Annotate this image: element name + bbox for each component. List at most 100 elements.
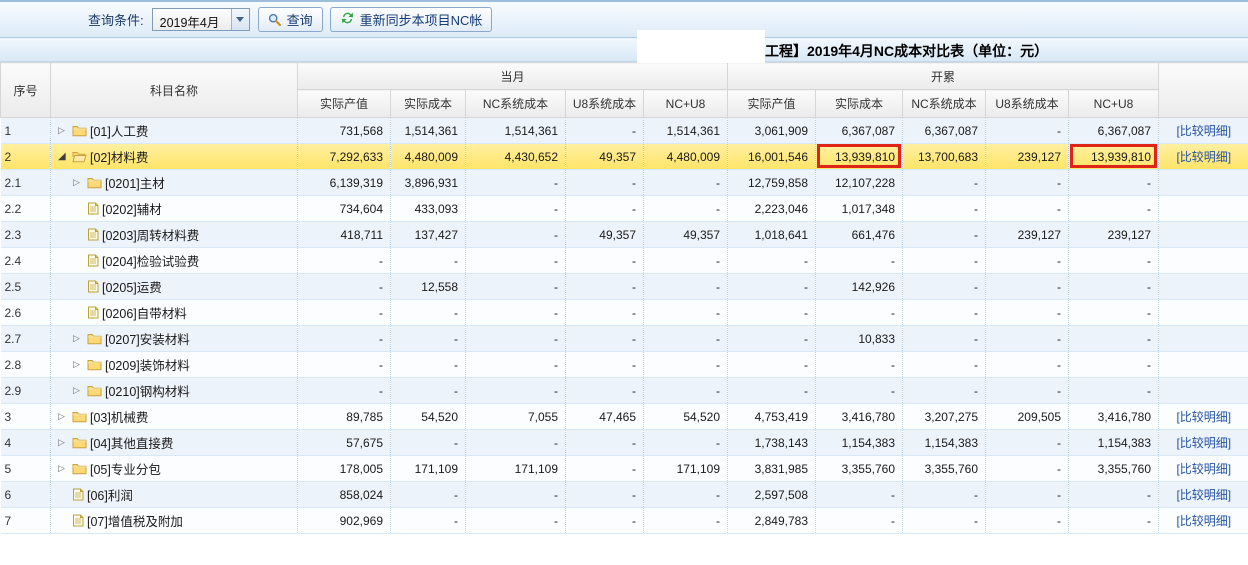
expand-node-icon[interactable]: ▷ <box>73 333 87 344</box>
table-row[interactable]: 2.1▷[0201]主材6,139,3193,896,931---12,759,… <box>1 170 1248 196</box>
cum-value-cell: 3,355,760 <box>1069 456 1159 482</box>
subject-cell: [0205]运费 <box>51 274 298 300</box>
period-select[interactable]: 2019年4月 <box>152 8 250 31</box>
col-header-month-actual-output[interactable]: 实际产值 <box>298 90 391 118</box>
report-title: 工程】2019年4月NC成本对比表（单位：元） <box>765 41 1048 61</box>
row-seq: 6 <box>1 482 51 508</box>
col-header-subject[interactable]: 科目名称 <box>51 63 298 118</box>
month-value-cell: 433,093 <box>391 196 466 222</box>
month-value-cell: - <box>566 508 644 534</box>
report-title-bar: 工程】2019年4月NC成本对比表（单位：元） <box>0 38 1248 62</box>
cum-value-cell: - <box>986 456 1069 482</box>
cost-compare-table: 序号 科目名称 当月 开累 实际产值 实际成本 NC系统成本 U8系统成本 NC… <box>0 62 1248 534</box>
month-value-cell: - <box>644 326 728 352</box>
subject-label: [0203]周转材料费 <box>102 225 199 244</box>
subject-label: [01]人工费 <box>90 121 148 140</box>
folder-icon <box>72 436 87 449</box>
table-row[interactable]: 2.4[0204]检验试验费---------- <box>1 248 1248 274</box>
col-header-cum-nc-u8[interactable]: NC+U8 <box>1069 90 1159 118</box>
cum-value-cell: - <box>903 196 986 222</box>
month-value-cell: - <box>298 352 391 378</box>
table-row[interactable]: 7[07]增值税及附加902,969----2,849,783----[比较明细… <box>1 508 1248 534</box>
table-row[interactable]: 2.5[0205]运费-12,558----142,926--- <box>1 274 1248 300</box>
cum-value-cell: - <box>986 170 1069 196</box>
table-row[interactable]: 2.6[0206]自带材料---------- <box>1 300 1248 326</box>
subject-cell: [0206]自带材料 <box>51 300 298 326</box>
col-header-seq[interactable]: 序号 <box>1 63 51 118</box>
compare-detail-link[interactable]: [比较明细] <box>1176 462 1231 476</box>
month-value-cell: - <box>391 482 466 508</box>
actions-cell <box>1159 248 1248 274</box>
month-value-cell: - <box>566 196 644 222</box>
expand-node-icon[interactable]: ▷ <box>73 177 87 188</box>
query-button[interactable]: 查询 <box>258 7 323 32</box>
col-header-month-u8-cost[interactable]: U8系统成本 <box>566 90 644 118</box>
query-button-label: 查询 <box>287 10 313 29</box>
cum-value-cell: 239,127 <box>986 144 1069 170</box>
month-value-cell: - <box>391 508 466 534</box>
compare-detail-link[interactable]: [比较明细] <box>1176 124 1231 138</box>
table-row[interactable]: 2.7▷[0207]安装材料------10,833--- <box>1 326 1248 352</box>
table-row[interactable]: 3▷[03]机械费89,78554,5207,05547,46554,5204,… <box>1 404 1248 430</box>
row-seq: 4 <box>1 430 51 456</box>
month-value-cell: - <box>566 326 644 352</box>
redaction-overlay <box>637 30 765 63</box>
month-value-cell: - <box>466 430 566 456</box>
col-header-month-actual-cost[interactable]: 实际成本 <box>391 90 466 118</box>
table-row[interactable]: 2.3[0203]周转材料费418,711137,427-49,35749,35… <box>1 222 1248 248</box>
compare-detail-link[interactable]: [比较明细] <box>1176 514 1231 528</box>
expand-node-icon[interactable]: ▷ <box>58 411 72 422</box>
magnifier-icon <box>268 13 282 27</box>
cum-value-cell: 13,939,810 <box>1069 144 1159 170</box>
col-header-month-nc-u8[interactable]: NC+U8 <box>644 90 728 118</box>
table-row[interactable]: 2.2[0202]辅材734,604433,093---2,223,0461,0… <box>1 196 1248 222</box>
month-value-cell: - <box>644 274 728 300</box>
table-row[interactable]: 1▷[01]人工费731,5681,514,3611,514,361-1,514… <box>1 118 1248 144</box>
sync-nc-button[interactable]: 重新同步本项目NC帐 <box>330 7 493 32</box>
collapse-node-icon[interactable]: ◢ <box>58 151 72 162</box>
col-header-month-nc-cost[interactable]: NC系统成本 <box>466 90 566 118</box>
cum-value-cell: 3,355,760 <box>903 456 986 482</box>
cum-value-cell: - <box>986 300 1069 326</box>
expand-node-icon[interactable]: ▷ <box>58 463 72 474</box>
actions-cell <box>1159 274 1248 300</box>
month-value-cell: 1,514,361 <box>644 118 728 144</box>
expand-node-icon[interactable]: ▷ <box>58 125 72 136</box>
table-row[interactable]: 2◢[02]材料费7,292,6334,480,0094,430,65249,3… <box>1 144 1248 170</box>
subject-label: [07]增值税及附加 <box>87 511 183 530</box>
table-row[interactable]: 4▷[04]其他直接费57,675----1,738,1431,154,3831… <box>1 430 1248 456</box>
subject-label: [0206]自带材料 <box>102 303 187 322</box>
actions-cell: [比较明细] <box>1159 430 1248 456</box>
cum-value-cell: - <box>986 352 1069 378</box>
table-row[interactable]: 5▷[05]专业分包178,005171,109171,109-171,1093… <box>1 456 1248 482</box>
cum-value-cell: - <box>903 326 986 352</box>
compare-detail-link[interactable]: [比较明细] <box>1176 488 1231 502</box>
month-value-cell: 178,005 <box>298 456 391 482</box>
table-row[interactable]: 6[06]利润858,024----2,597,508----[比较明细] <box>1 482 1248 508</box>
table-row[interactable]: 2.8▷[0209]装饰材料---------- <box>1 352 1248 378</box>
expand-node-icon[interactable]: ▷ <box>73 385 87 396</box>
cum-value-cell: - <box>816 352 903 378</box>
month-value-cell: - <box>391 430 466 456</box>
table-row[interactable]: 2.9▷[0210]钢构材料---------- <box>1 378 1248 404</box>
compare-detail-link[interactable]: [比较明细] <box>1176 436 1231 450</box>
col-header-cum-actual-cost[interactable]: 实际成本 <box>816 90 903 118</box>
expand-node-icon[interactable]: ▷ <box>73 359 87 370</box>
compare-detail-link[interactable]: [比较明细] <box>1176 150 1231 164</box>
cum-value-cell: 3,416,780 <box>816 404 903 430</box>
col-group-cumulative: 开累 <box>728 63 1159 90</box>
expand-node-icon[interactable]: ▷ <box>58 437 72 448</box>
month-value-cell: - <box>644 300 728 326</box>
col-header-cum-actual-output[interactable]: 实际产值 <box>728 90 816 118</box>
file-icon <box>87 306 99 319</box>
compare-detail-link[interactable]: [比较明细] <box>1176 410 1231 424</box>
chevron-down-icon[interactable] <box>231 9 249 30</box>
subject-cell: [0204]检验试验费 <box>51 248 298 274</box>
col-header-cum-u8-cost[interactable]: U8系统成本 <box>986 90 1069 118</box>
cum-value-cell: 1,154,383 <box>1069 430 1159 456</box>
col-header-cum-nc-cost[interactable]: NC系统成本 <box>903 90 986 118</box>
actions-cell <box>1159 378 1248 404</box>
file-icon <box>87 228 99 241</box>
cum-value-cell: - <box>1069 170 1159 196</box>
cum-value-cell: 3,061,909 <box>728 118 816 144</box>
